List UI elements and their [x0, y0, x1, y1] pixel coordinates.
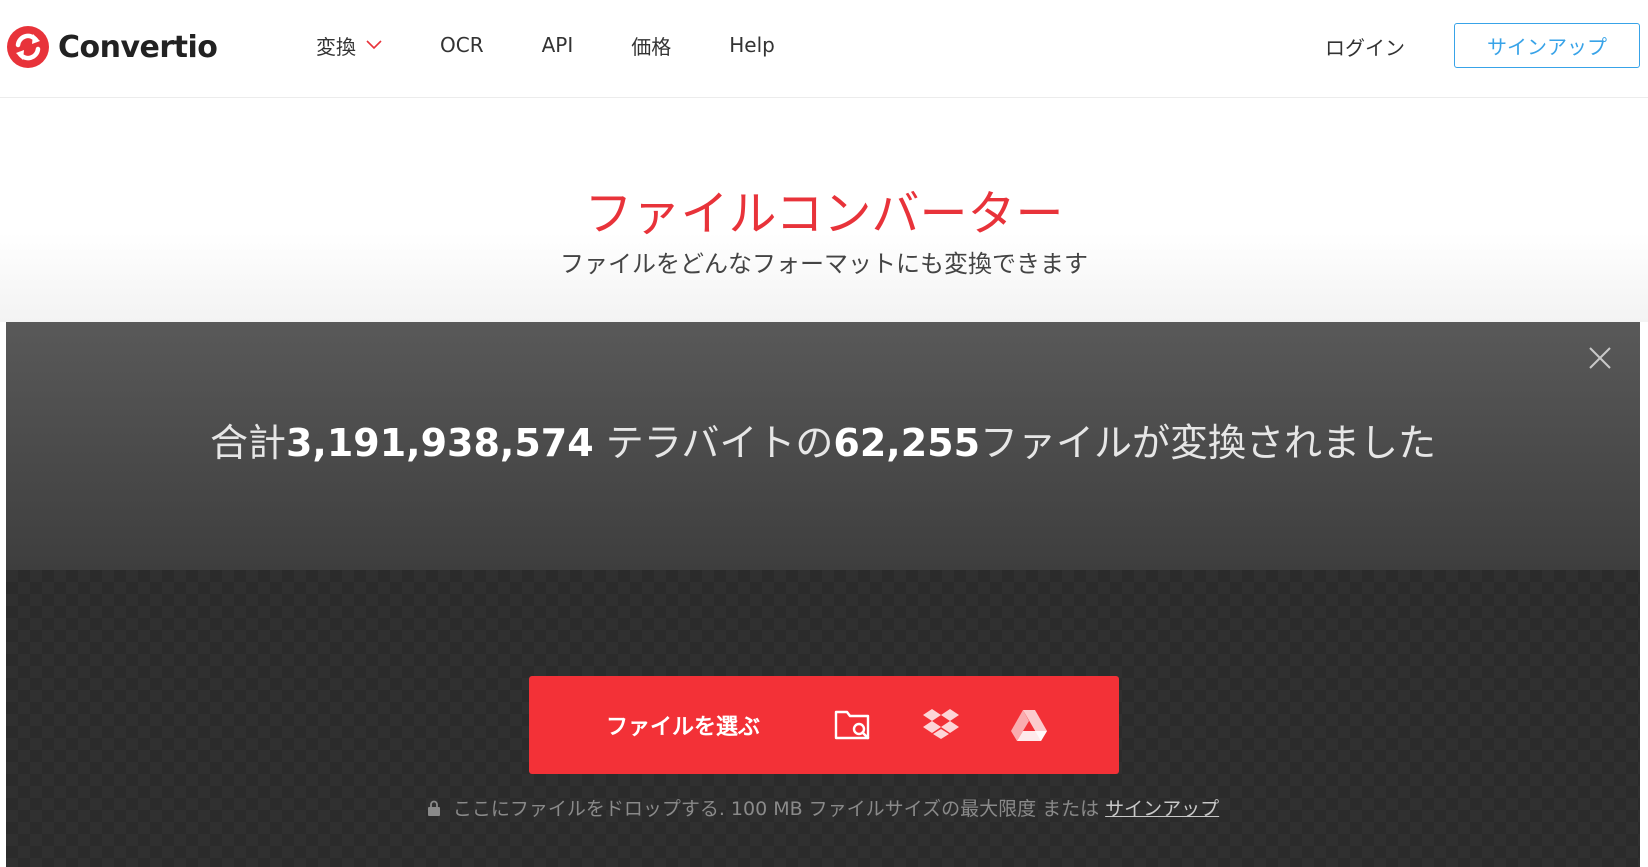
nav-item-api-label: API — [541, 33, 574, 57]
stats-middle: テラバイトの — [593, 421, 834, 465]
stats-terabytes: 3,191,938,574 — [285, 421, 594, 465]
dropbox-icon-svg — [923, 709, 959, 739]
nav-item-convert-label: 変換 — [316, 34, 356, 59]
signup-button[interactable]: サインアップ — [1454, 23, 1640, 68]
stats-files: 62,255 — [833, 421, 981, 465]
nav-item-pricing[interactable]: 価格 — [631, 31, 671, 60]
chevron-down-icon — [366, 40, 382, 50]
nav-item-help-label: Help — [729, 33, 775, 57]
nav-item-ocr[interactable]: OCR — [440, 33, 484, 57]
conversion-stats: 合計3,191,938,574 テラバイトの62,255ファイルが変換されました — [6, 412, 1640, 467]
page-subtitle: ファイルをどんなフォーマットにも変換できます — [560, 250, 1088, 278]
google-drive-icon[interactable] — [1007, 704, 1051, 746]
lock-icon — [427, 800, 440, 816]
brand-name: Convertio — [58, 29, 218, 65]
close-icon[interactable] — [1586, 344, 1614, 372]
nav-item-pricing-label: 価格 — [631, 34, 672, 59]
page-title: ファイルコンバーター — [584, 186, 1064, 242]
folder-search-icon-svg — [834, 710, 870, 740]
google-drive-icon-svg — [1011, 710, 1047, 741]
drop-note: ここにファイルをドロップする. 100 MB ファイルサイズの最大限度 または … — [6, 794, 1640, 821]
login-link[interactable]: ログイン — [1325, 32, 1405, 61]
choose-files-bar: ファイルを選ぶ — [529, 676, 1119, 774]
dropbox-icon[interactable] — [919, 704, 963, 746]
signup-link[interactable]: サインアップ — [1105, 794, 1219, 821]
choose-files-button[interactable]: ファイルを選ぶ — [529, 676, 837, 774]
main-nav: 変換 OCR API 価格 Help — [316, 30, 833, 60]
nav-item-convert[interactable]: 変換 — [316, 31, 382, 60]
folder-search-icon[interactable] — [831, 704, 875, 746]
top-header: Convertio 変換 OCR API 価格 Help ログイン サインアップ — [0, 0, 1648, 98]
drop-note-text: ここにファイルをドロップする. 100 MB ファイルサイズの最大限度 または — [452, 798, 1100, 820]
converter-panel: 合計3,191,938,574 テラバイトの62,255ファイルが変換されました… — [6, 322, 1640, 867]
nav-item-ocr-label: OCR — [440, 33, 484, 57]
convertio-logo-icon — [7, 26, 49, 68]
convertio-logo[interactable]: Convertio — [6, 24, 218, 70]
nav-item-api[interactable]: API — [542, 33, 574, 57]
nav-item-help[interactable]: Help — [729, 33, 775, 57]
stats-suffix: ファイルが変換されました — [980, 421, 1437, 465]
stats-prefix: 合計 — [209, 421, 286, 465]
